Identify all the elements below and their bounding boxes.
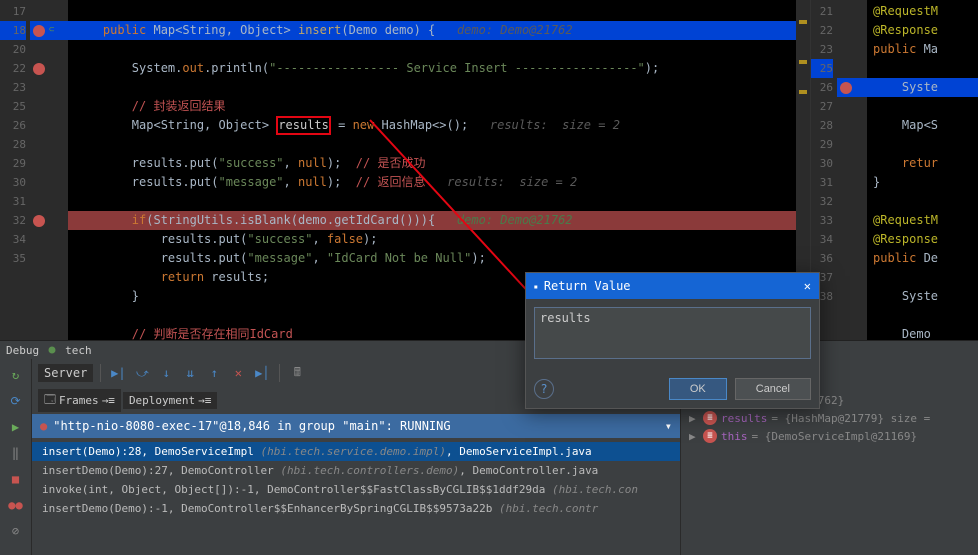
- comment: // 返回信息: [356, 175, 426, 189]
- breakpoint-icon[interactable]: [33, 25, 45, 37]
- debug-label: Debug: [6, 344, 39, 357]
- pause-icon[interactable]: ‖: [6, 443, 26, 463]
- expression-input[interactable]: [534, 307, 811, 359]
- frame-item[interactable]: invoke(int, Object, Object[]):-1, DemoCo…: [32, 480, 680, 499]
- var-item[interactable]: ▶≡ this = {DemoServiceImpl@21169}: [681, 427, 978, 445]
- editor-area: 1718202223252628293031323435 ⊂ public Ma…: [0, 0, 978, 340]
- var-item[interactable]: ▶≡ results = {HashMap@21779} size =: [681, 409, 978, 427]
- frames-subtab[interactable]: 🗔 Frames →≡: [38, 389, 121, 412]
- dialog-titlebar[interactable]: 🞍 Return Value ✕: [526, 273, 819, 299]
- thread-selector[interactable]: ● "http-nio-8080-exec-17"@18,846 in grou…: [32, 414, 680, 438]
- show-exec-point-icon[interactable]: ▶|: [108, 363, 128, 383]
- dialog-icon: 🞍: [534, 279, 538, 294]
- stop-icon[interactable]: ■: [6, 469, 26, 489]
- drop-frame-icon[interactable]: ✕: [228, 363, 248, 383]
- breakpoint-icon[interactable]: [840, 82, 852, 94]
- rerun-icon[interactable]: ↻: [6, 365, 26, 385]
- update-icon[interactable]: ⟳: [6, 391, 26, 411]
- comment: // 判断是否存在相同IdCard: [132, 327, 293, 340]
- mute-breakpoints-icon[interactable]: ⊘: [6, 521, 26, 541]
- force-step-into-icon[interactable]: ⇊: [180, 363, 200, 383]
- inline-hint: demo: Demo@21762: [457, 213, 573, 227]
- frame-item[interactable]: insertDemo(Demo):27, DemoController (hbi…: [32, 461, 680, 480]
- right-editor: 21222325262728293031323334363738 @Reques…: [810, 0, 978, 340]
- deployment-subtab[interactable]: Deployment →≡: [123, 392, 217, 409]
- inline-hint: results: size = 2: [490, 118, 620, 132]
- help-icon[interactable]: ?: [534, 379, 554, 399]
- code-editor-right[interactable]: @RequestM @Response public Ma Syste Map<…: [867, 0, 978, 340]
- run-to-cursor-icon[interactable]: ▶│: [252, 363, 272, 383]
- step-into-icon[interactable]: ↓: [156, 363, 176, 383]
- breakpoint-icon[interactable]: [33, 63, 45, 75]
- resume-icon[interactable]: ▶: [6, 417, 26, 437]
- cancel-button[interactable]: Cancel: [735, 378, 811, 400]
- step-over-icon[interactable]: ⤻: [132, 363, 152, 383]
- thread-name: "http-nio-8080-exec-17"@18,846 in group …: [53, 419, 450, 433]
- gutter-linenums: 1718202223252628293031323435: [0, 0, 30, 340]
- breakpoints-icon[interactable]: ●●: [6, 495, 26, 515]
- server-tab[interactable]: Server: [38, 364, 93, 382]
- frame-item[interactable]: insert(Demo):28, DemoServiceImpl (hbi.te…: [32, 442, 680, 461]
- evaluate-icon[interactable]: 🖩: [287, 363, 307, 383]
- highlighted-var: results: [276, 116, 331, 135]
- gutter-marks-right: [837, 0, 867, 340]
- comment: // 是否成功: [356, 156, 426, 170]
- debug-config: tech: [65, 344, 92, 357]
- ok-button[interactable]: OK: [669, 378, 727, 400]
- debug-panel: ↻ ⟳ ▶ ‖ ■ ●● ⊘ Server ▶| ⤻ ↓ ⇊ ↑ ✕ ▶│ 🖩 …: [0, 359, 978, 555]
- frame-item[interactable]: insertDemo(Demo):-1, DemoController$$Enh…: [32, 499, 680, 518]
- obj-icon: ≡: [703, 429, 717, 443]
- gutter-marks: ⊂: [30, 0, 68, 340]
- step-out-icon[interactable]: ↑: [204, 363, 224, 383]
- dialog-title: Return Value: [544, 279, 631, 293]
- bug-icon: [45, 343, 59, 357]
- debug-side-toolbar: ↻ ⟳ ▶ ‖ ■ ●● ⊘: [0, 359, 32, 555]
- return-value-dialog: 🞍 Return Value ✕ ? OK Cancel: [525, 272, 820, 409]
- frames-list: insert(Demo):28, DemoServiceImpl (hbi.te…: [32, 438, 680, 522]
- inline-hint: demo: Demo@21762: [457, 23, 573, 37]
- comment: // 封装返回结果: [132, 99, 226, 113]
- obj-icon: ≡: [703, 411, 717, 425]
- breakpoint-icon[interactable]: [33, 215, 45, 227]
- debug-tab-bar: Debug tech: [0, 340, 978, 359]
- close-icon[interactable]: ✕: [804, 279, 811, 293]
